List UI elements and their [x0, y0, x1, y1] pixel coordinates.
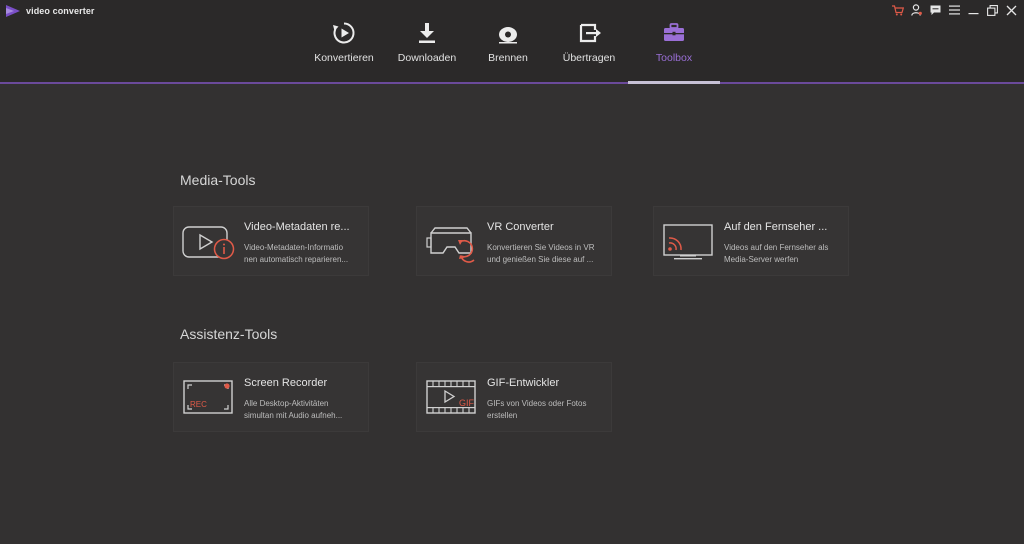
card-title: GIF-Entwickler [487, 377, 560, 389]
video-metadata-icon [182, 219, 238, 265]
cast-to-tv-icon [662, 219, 718, 265]
main-nav: Konvertieren Downloaden Brennen Übertrag… [0, 0, 1024, 82]
screen-recorder-icon: REC [182, 375, 238, 421]
tab-label: Konvertieren [314, 52, 374, 64]
card-title: Video-Metadaten re... [244, 221, 350, 233]
card-description: Alle Desktop-Aktivitäten simultan mit Au… [244, 398, 366, 422]
burn-disc-icon [495, 20, 521, 46]
card-description-line: nen automatisch reparieren... [244, 255, 349, 264]
tab-label: Übertragen [562, 52, 616, 64]
tab-label: Downloaden [397, 52, 457, 64]
card-description-line: simultan mit Audio aufneh... [244, 411, 343, 420]
media-tools-heading: Media-Tools [180, 172, 256, 188]
card-description-line: Video-Metadaten-Informatio [244, 243, 344, 252]
gif-badge: GIF [459, 398, 475, 408]
toolbox-icon [661, 20, 687, 46]
vr-headset-icon [425, 219, 481, 265]
card-title: Screen Recorder [244, 377, 328, 389]
card-description-line: erstellen [487, 411, 518, 420]
card-description: Konvertieren Sie Videos in VR und genieß… [487, 242, 609, 266]
assist-tools-heading: Assistenz-Tools [180, 326, 278, 342]
tab-toolbox[interactable]: Toolbox [628, 20, 720, 72]
gif-maker-icon: GIF [425, 375, 481, 421]
tab-label: Toolbox [655, 52, 693, 64]
transfer-icon [576, 20, 602, 46]
rec-badge: REC [190, 400, 207, 409]
card-description-line: Alle Desktop-Aktivitäten [244, 399, 329, 408]
convert-icon [331, 20, 357, 46]
card-description: GIFs von Videos oder Fotos erstellen [487, 398, 609, 422]
card-title: Auf den Fernseher ... [724, 221, 828, 233]
top-bar-divider [0, 82, 1024, 84]
tab-konvertieren[interactable]: Konvertieren [298, 20, 390, 72]
card-screen-recorder[interactable]: REC Screen Recorder Alle Desktop-Aktivit… [173, 362, 369, 432]
card-description: Videos auf den Fernseher als Media-Serve… [724, 242, 846, 266]
card-description-line: Media-Server werfen [724, 255, 799, 264]
card-description: Video-Metadaten-Informatio nen automatis… [244, 242, 366, 266]
card-description-line: und genießen Sie diese auf ... [487, 255, 594, 264]
card-vr-converter[interactable]: VR Converter Konvertieren Sie Videos in … [416, 206, 612, 276]
card-cast-to-tv[interactable]: Auf den Fernseher ... Videos auf den Fer… [653, 206, 849, 276]
card-title: VR Converter [487, 221, 554, 233]
card-description-line: Videos auf den Fernseher als [724, 243, 829, 252]
active-tab-indicator [628, 81, 720, 84]
card-gif-maker[interactable]: GIF GIF-Entwickler GIFs von Videos oder … [416, 362, 612, 432]
tab-label: Brennen [488, 52, 528, 64]
card-description-line: GIFs von Videos oder Fotos [487, 399, 587, 408]
card-description-line: Konvertieren Sie Videos in VR [487, 243, 595, 252]
tab-uebertragen[interactable]: Übertragen [543, 20, 635, 72]
tab-brennen[interactable]: Brennen [462, 20, 554, 72]
download-icon [414, 20, 440, 46]
card-video-metadata[interactable]: Video-Metadaten re... Video-Metadaten-In… [173, 206, 369, 276]
tab-downloaden[interactable]: Downloaden [381, 20, 473, 72]
